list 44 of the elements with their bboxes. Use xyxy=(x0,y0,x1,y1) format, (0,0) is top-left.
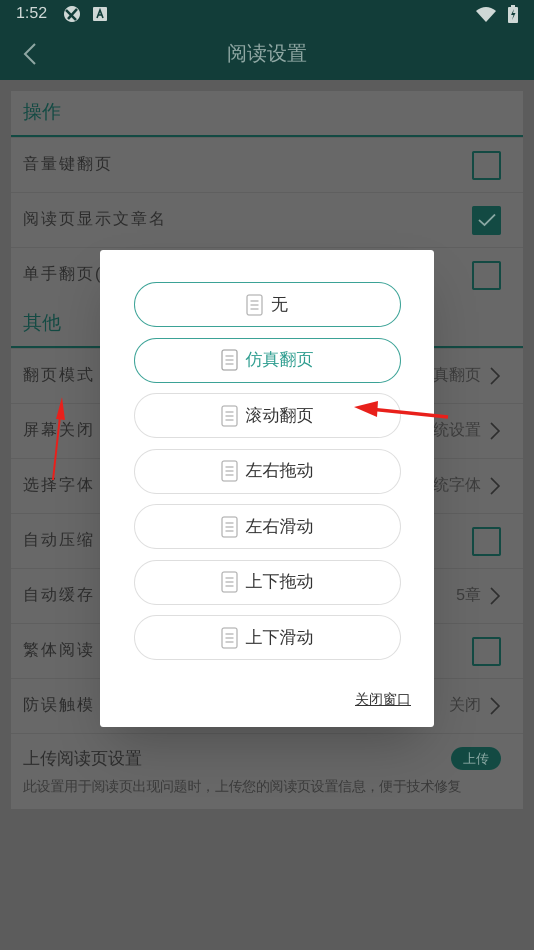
setting-label: 翻页模式 xyxy=(23,366,95,386)
setting-label: 繁体阅读 xyxy=(23,640,95,661)
section-title: 操作 xyxy=(23,100,61,125)
checkbox[interactable] xyxy=(472,526,501,556)
chevron-right-icon xyxy=(489,366,501,386)
setting-label: 自动缓存 xyxy=(23,586,95,606)
checkmark-icon xyxy=(478,213,496,227)
document-icon xyxy=(246,294,263,316)
document-icon xyxy=(220,516,238,538)
chevron-right-icon xyxy=(489,421,501,441)
checkbox[interactable] xyxy=(472,636,501,666)
setting-label: 防误触模 xyxy=(23,696,95,716)
checkbox[interactable] xyxy=(472,206,501,234)
setting-label: 屏幕关闭 xyxy=(23,420,95,441)
back-icon[interactable] xyxy=(22,42,38,66)
setting-label: 阅读页显示文章名 xyxy=(23,210,167,230)
chevron-right-icon xyxy=(489,696,501,716)
page-mode-option[interactable]: 上下滑动 xyxy=(134,615,400,660)
checkbox[interactable] xyxy=(472,260,501,290)
page-title: 阅读设置 xyxy=(227,42,307,67)
document-icon xyxy=(220,404,238,426)
page-mode-option[interactable]: 左右拖动 xyxy=(134,448,400,494)
keyboard-icon xyxy=(93,7,108,21)
document-icon xyxy=(220,626,238,648)
setting-label: 自动压缩 xyxy=(23,530,95,551)
chevron-right-icon xyxy=(489,476,501,496)
document-icon xyxy=(220,460,238,482)
page-mode-option[interactable]: 左右滑动 xyxy=(134,504,400,549)
battery-charging-icon xyxy=(508,5,518,23)
chevron-right-icon xyxy=(489,586,501,606)
checkbox[interactable] xyxy=(472,150,501,180)
setting-label: 选择字体 xyxy=(23,476,95,496)
setting-label: 音量键翻页 xyxy=(23,154,113,175)
page-mode-option[interactable]: 上下拖动 xyxy=(134,560,400,604)
page-mode-option[interactable]: 无 xyxy=(134,282,400,327)
setting-label: 上传阅读页设置 xyxy=(23,748,143,770)
setting-label: 单手翻页( xyxy=(23,264,102,285)
section-title: 其他 xyxy=(23,312,61,336)
status-time: 1:52 xyxy=(16,4,48,24)
document-icon xyxy=(220,571,238,593)
upload-button[interactable]: 上传 xyxy=(451,747,501,770)
wifi-icon xyxy=(476,6,496,22)
close-window-link[interactable]: 关闭窗口 xyxy=(355,689,411,710)
document-icon xyxy=(220,349,238,371)
